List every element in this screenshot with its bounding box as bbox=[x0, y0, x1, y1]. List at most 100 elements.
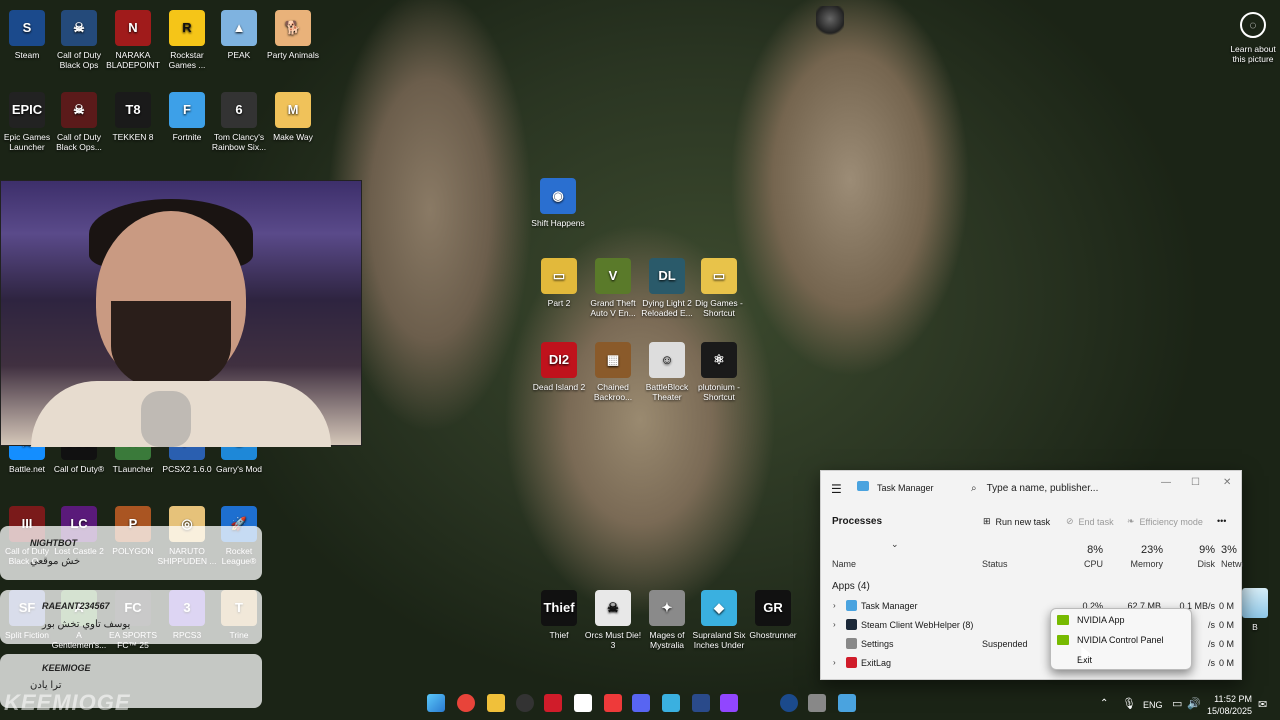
efficiency-mode-button[interactable]: ❧ Efficiency mode bbox=[1127, 516, 1203, 527]
minimize-button[interactable]: — bbox=[1161, 477, 1171, 488]
webcam-overlay bbox=[0, 180, 362, 447]
desktop-shortcut[interactable]: V Grand Theft Auto V En... bbox=[582, 258, 644, 318]
desktop-shortcut[interactable]: ☠ Call of Duty Black Ops bbox=[48, 10, 110, 70]
app-icon: ☠ bbox=[61, 10, 97, 46]
expand-chevron-icon[interactable]: › bbox=[833, 601, 836, 610]
shortcut-label: plutonium - Shortcut bbox=[697, 382, 741, 402]
desktop-shortcut[interactable]: ⚛ plutonium - Shortcut bbox=[688, 342, 750, 402]
taskbar-capcut-icon[interactable] bbox=[574, 694, 592, 712]
language-indicator[interactable]: ENG bbox=[1143, 700, 1163, 710]
column-memory[interactable]: Memory bbox=[1117, 559, 1163, 569]
app-icon: EPIC bbox=[9, 92, 45, 128]
taskbar-obs-icon[interactable] bbox=[516, 694, 534, 712]
shortcut-label: NARAKA BLADEPOINT bbox=[106, 50, 160, 70]
shortcut-label: Orcs Must Die! 3 bbox=[584, 630, 642, 650]
end-task-icon: ⊘ bbox=[1066, 516, 1074, 526]
expand-chevron-icon[interactable]: › bbox=[833, 620, 836, 629]
close-button[interactable]: ✕ bbox=[1223, 477, 1231, 488]
expand-chevron-icon[interactable]: › bbox=[833, 658, 836, 667]
search-box[interactable]: ⌕ Type a name, publisher... bbox=[963, 476, 1173, 500]
taskbar-start-icon[interactable] bbox=[427, 694, 445, 712]
app-icon: ◉ bbox=[540, 178, 576, 214]
search-placeholder: Type a name, publisher... bbox=[986, 482, 1099, 494]
column-network[interactable]: Network bbox=[1221, 559, 1243, 569]
desktop-shortcut[interactable]: 🐕 Party Animals bbox=[262, 10, 324, 60]
process-icon bbox=[846, 619, 857, 630]
app-icon: R bbox=[169, 10, 205, 46]
learn-about-picture[interactable]: ◌ Learn about this picture bbox=[1226, 12, 1280, 64]
cpu-percent[interactable]: 8% bbox=[1067, 544, 1103, 556]
desktop-shortcut[interactable]: ◆ Supraland Six Inches Under bbox=[688, 590, 750, 650]
taskbar-task-manager-icon[interactable] bbox=[838, 694, 856, 712]
volume-icon[interactable]: 🔊 bbox=[1187, 697, 1201, 710]
process-name: ExitLag bbox=[861, 658, 892, 668]
taskbar-exitlag-icon[interactable] bbox=[544, 694, 562, 712]
column-status[interactable]: Status bbox=[982, 559, 1008, 569]
taskbar-settings-icon[interactable] bbox=[808, 694, 826, 712]
taskbar-media-icon[interactable] bbox=[604, 694, 622, 712]
shortcut-label: Supraland Six Inches Under bbox=[692, 630, 746, 650]
efficiency-mode-label: Efficiency mode bbox=[1139, 516, 1203, 527]
process-network: 0 M bbox=[1219, 658, 1235, 668]
process-network: 0 M bbox=[1219, 639, 1235, 649]
run-new-task-button[interactable]: ⊞ Run new task bbox=[983, 516, 1050, 527]
shortcut-label: Steam bbox=[14, 50, 40, 60]
mascot-icon[interactable] bbox=[816, 6, 844, 38]
menu-item-nvidia-control-panel[interactable]: NVIDIA Control Panel bbox=[1057, 635, 1164, 645]
desktop-shortcut[interactable]: ▲ PEAK bbox=[208, 10, 270, 60]
maximize-button[interactable]: ☐ bbox=[1191, 477, 1200, 488]
taskbar-file-explorer-icon[interactable] bbox=[487, 694, 505, 712]
clock-date[interactable]: 15/08/2025 bbox=[1206, 706, 1252, 716]
microphone-icon[interactable]: 🎙 bbox=[1122, 697, 1136, 710]
run-new-task-label: Run new task bbox=[995, 516, 1051, 527]
desktop-shortcut[interactable]: 6 Tom Clancy's Rainbow Six... bbox=[208, 92, 270, 152]
desktop-shortcut[interactable]: ☠ Orcs Must Die! 3 bbox=[582, 590, 644, 650]
taskbar-chrome-icon[interactable] bbox=[457, 694, 475, 712]
app-icon: GR bbox=[755, 590, 791, 626]
tray-overflow-chevron-icon[interactable]: ⌃ bbox=[1100, 698, 1108, 709]
column-cpu[interactable]: CPU bbox=[1067, 559, 1103, 569]
memory-percent[interactable]: 23% bbox=[1117, 544, 1163, 556]
column-disk[interactable]: Disk bbox=[1171, 559, 1216, 569]
app-icon: N bbox=[115, 10, 151, 46]
clock-time[interactable]: 11:52 PM bbox=[1212, 694, 1252, 704]
more-options-button[interactable]: ••• bbox=[1217, 516, 1226, 526]
learn-about-label: Learn about this picture bbox=[1230, 44, 1276, 64]
chat-panel-1 bbox=[0, 526, 262, 580]
menu-item-nvidia-app[interactable]: NVIDIA App bbox=[1057, 615, 1125, 625]
network-percent[interactable]: 3% bbox=[1221, 544, 1243, 556]
taskbar-discord-icon[interactable] bbox=[632, 694, 650, 712]
disk-percent[interactable]: 9% bbox=[1171, 544, 1215, 556]
tray-context-menu[interactable]: NVIDIA App NVIDIA Control Panel Exit bbox=[1050, 608, 1192, 670]
apps-group-header: Apps (4) bbox=[832, 581, 870, 592]
collapse-chevron-icon[interactable]: ⌄ bbox=[891, 539, 899, 550]
notification-icon[interactable]: ✉ bbox=[1258, 698, 1267, 711]
run-task-icon: ⊞ bbox=[983, 516, 991, 526]
desktop-shortcut[interactable]: ◉ Shift Happens bbox=[527, 178, 589, 228]
app-icon: M bbox=[275, 92, 311, 128]
network-icon[interactable]: ▭ bbox=[1172, 697, 1182, 710]
desktop-shortcut[interactable]: ▭ Dig Games - Shortcut bbox=[688, 258, 750, 318]
taskbar-twitch-icon[interactable] bbox=[720, 694, 738, 712]
end-task-button[interactable]: ⊘ End task bbox=[1066, 516, 1114, 527]
column-name[interactable]: Name bbox=[832, 559, 856, 569]
desktop-shortcut[interactable]: Thief Thief bbox=[528, 590, 590, 640]
shortcut-label: Call of Duty Black Ops bbox=[57, 50, 101, 70]
recycle-bin[interactable]: B bbox=[1238, 588, 1272, 632]
desktop-shortcut[interactable]: GR Ghostrunner bbox=[742, 590, 804, 640]
desktop-shortcut[interactable]: M Make Way bbox=[262, 92, 324, 142]
desktop-shortcut[interactable]: N NARAKA BLADEPOINT bbox=[102, 10, 164, 70]
task-manager-titlebar[interactable]: ☰ Task Manager ⌕ Type a name, publisher.… bbox=[821, 471, 1241, 503]
shortcut-label: Fortnite bbox=[172, 132, 202, 142]
desktop-shortcut[interactable]: ▦ Chained Backroo... bbox=[582, 342, 644, 402]
desktop-shortcut[interactable]: DI2 Dead Island 2 bbox=[528, 342, 590, 392]
process-name: Settings bbox=[861, 639, 894, 649]
menu-icon[interactable]: ☰ bbox=[831, 482, 842, 496]
taskbar-steam-icon[interactable] bbox=[780, 694, 798, 712]
taskbar-notepad-icon[interactable] bbox=[662, 694, 680, 712]
desktop-shortcut[interactable]: T8 TEKKEN 8 bbox=[102, 92, 164, 142]
desktop-shortcut[interactable]: ☠ Call of Duty Black Ops... bbox=[48, 92, 110, 152]
desktop-shortcut[interactable]: ▭ Part 2 bbox=[528, 258, 590, 308]
shortcut-label: Garry's Mod bbox=[215, 464, 263, 474]
taskbar-app-icon[interactable] bbox=[692, 694, 710, 712]
